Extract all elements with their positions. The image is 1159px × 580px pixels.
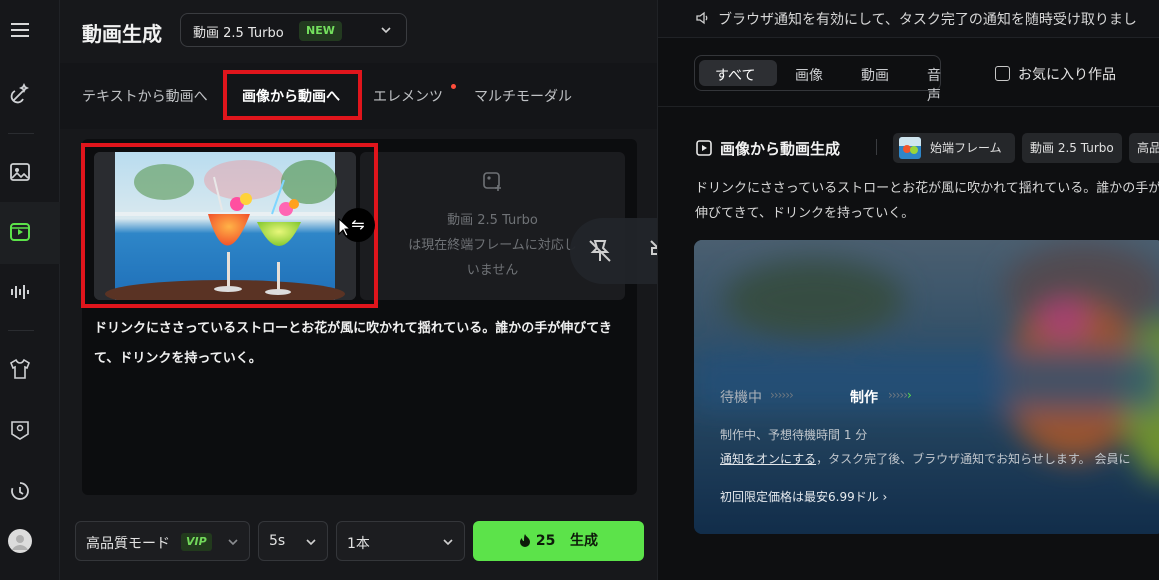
left-rail [0, 0, 60, 580]
enable-notification-link[interactable]: 通知をオンにする [720, 452, 816, 466]
chevron-down-icon [443, 539, 453, 546]
audio-wave-icon[interactable] [8, 280, 32, 304]
new-dot [451, 84, 456, 89]
filter-all[interactable]: すべて [715, 65, 755, 85]
eta-info: 制作中、予想待機時間 1 分 [720, 428, 868, 442]
image-icon[interactable] [8, 160, 32, 184]
chevron-down-icon [228, 539, 238, 546]
task-title: 画像から動画生成 [720, 140, 841, 158]
menu-icon[interactable] [8, 18, 32, 42]
magic-wand-icon[interactable] [8, 82, 32, 106]
progress-arrows-making: ›››››› [888, 388, 912, 402]
chip-model: 動画 2.5 Turbo [1022, 133, 1122, 163]
model-name: 動画 2.5 Turbo [193, 26, 284, 41]
notification-info: 通知をオンにする，タスク完了後、ブラウザ通知でお知らせします。 会員に [720, 450, 1131, 467]
count-select[interactable]: 1本 [336, 521, 465, 561]
progress-arrows-waiting: ›››››› [770, 388, 794, 402]
vip-badge: VIP [181, 533, 212, 551]
chevron-down-icon [381, 27, 391, 34]
shirt-icon[interactable] [8, 357, 32, 381]
notification-text: ブラウザ通知を有効にして、タスク完了の通知を随時受け取りまし [718, 12, 1137, 28]
start-frame-thumb [899, 137, 921, 159]
page-title: 動画生成 [82, 22, 162, 46]
favorite-checkbox[interactable] [995, 66, 1010, 81]
quality-label: 高品質モード [86, 536, 170, 552]
tab-elements[interactable]: エレメンツ [373, 86, 443, 106]
chevron-down-icon [306, 539, 316, 546]
video-task-icon [696, 140, 712, 156]
duration-value: 5s [269, 533, 286, 549]
task-description: ドリンクにささっているストローとお花が風に吹かれて揺れている。誰かの手が伸びてき… [695, 181, 1159, 221]
video-icon[interactable] [8, 220, 32, 244]
chip-start-frame: 始端フレーム [893, 133, 1015, 163]
history-icon[interactable] [8, 479, 32, 503]
cursor-icon [338, 218, 352, 237]
add-image-icon [483, 172, 501, 191]
divider [658, 106, 1159, 107]
generate-label: 生成 [569, 533, 598, 549]
filter-video[interactable]: 動画 [861, 65, 889, 85]
notification-banner[interactable]: ブラウザ通知を有効にして、タスク完了の通知を随時受け取りまし [658, 0, 1159, 38]
status-waiting: 待機中 [720, 390, 762, 406]
promo-price-link[interactable]: 初回限定価格は最安6.99ドル › [720, 488, 887, 505]
tab-multimodal[interactable]: マルチモーダル [474, 86, 572, 106]
credit-cost: 25 [535, 533, 556, 549]
filter-image[interactable]: 画像 [795, 65, 823, 85]
avatar[interactable] [8, 529, 32, 553]
generation-panel: 動画生成 動画 2.5 Turbo NEW テキストから動画へ 画像から動画へ … [60, 0, 657, 580]
quality-mode-select[interactable]: 高品質モード VIP [75, 521, 250, 561]
count-value: 1本 [347, 536, 370, 552]
highlight-box-tab [223, 70, 362, 120]
highlight-box-image [81, 143, 378, 308]
unpin-icon[interactable] [586, 237, 614, 265]
favorite-label[interactable]: お気に入り作品 [1018, 64, 1116, 84]
duration-select[interactable]: 5s [258, 521, 328, 561]
chip-start-frame-label: 始端フレーム [930, 141, 1002, 155]
tab-text-to-video[interactable]: テキストから動画へ [82, 86, 208, 106]
results-panel: ブラウザ通知を有効にして、タスク完了の通知を随時受け取りまし すべて 画像 動画… [657, 0, 1159, 580]
status-making: 制作 [850, 390, 878, 406]
credit-flame-icon [520, 534, 530, 547]
title-separator [876, 139, 877, 155]
filter-audio[interactable]: 音声 [927, 65, 941, 105]
model-select[interactable]: 動画 2.5 Turbo NEW [180, 13, 407, 47]
filter-segment: すべて 画像 動画 音声 [694, 55, 941, 104]
speaker-icon [696, 11, 708, 25]
notification-info-text: ，タスク完了後、ブラウザ通知でお知らせします。 会員に [816, 452, 1131, 466]
new-badge: NEW [299, 21, 342, 41]
video-preview[interactable]: 待機中 ›››››› 制作 ›››››› 制作中、予想待機時間 1 分 通知をオ… [694, 240, 1159, 534]
chip-quality: 高品 [1129, 133, 1159, 163]
generate-button[interactable]: 25 生成 [473, 521, 644, 561]
badge-icon[interactable] [8, 418, 32, 442]
prompt-text[interactable]: ドリンクにささっているストローとお花が風に吹かれて揺れている。誰かの手が伸びてき… [94, 314, 624, 374]
